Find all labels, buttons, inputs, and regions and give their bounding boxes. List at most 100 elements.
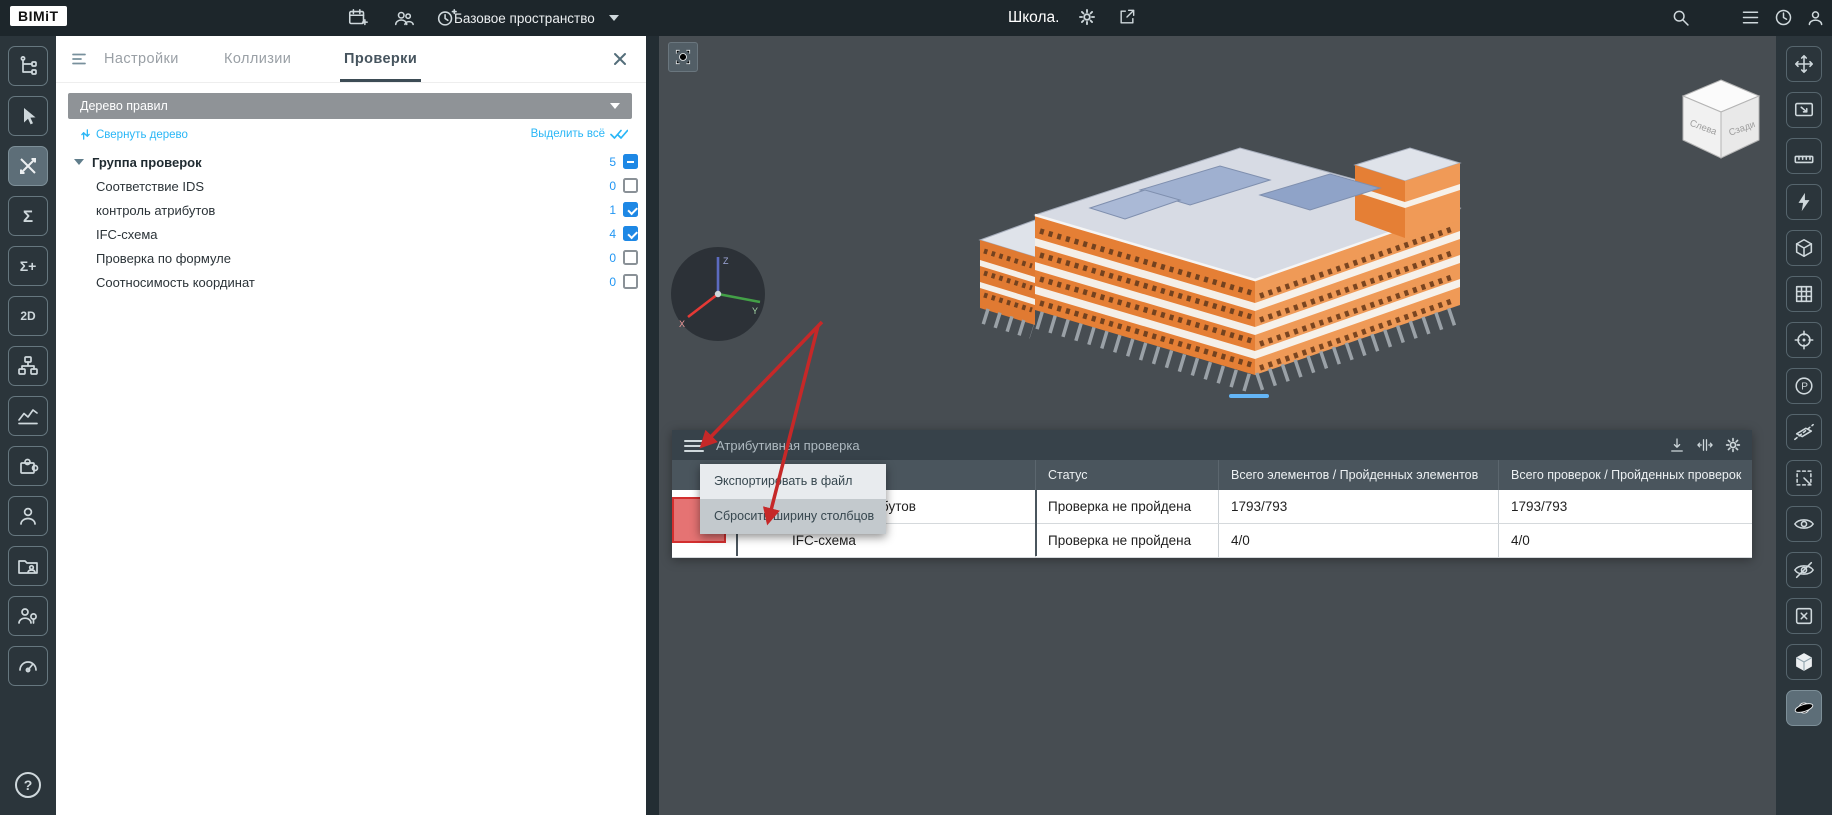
column-header-status[interactable]: Статус: [1036, 460, 1219, 490]
isolate-object-icon[interactable]: [1786, 644, 1822, 680]
fit-columns-icon[interactable]: [1696, 436, 1714, 454]
cell-status: Проверка не пройдена: [1036, 524, 1219, 557]
tree-item-ids[interactable]: Соответствие IDS 0: [56, 174, 646, 198]
issues-calendar-icon[interactable]: [346, 7, 370, 29]
tree-item-label: Соответствие IDS: [96, 179, 204, 194]
collapse-tree-link[interactable]: Свернуть дерево: [80, 128, 188, 141]
building-model: [940, 120, 1500, 420]
tree-item-checkbox[interactable]: [623, 250, 638, 265]
screen-fit-icon[interactable]: [1786, 92, 1822, 128]
menu-item-reset-column-widths[interactable]: Сбросить ширину столбцов: [700, 499, 886, 534]
help-icon[interactable]: ?: [15, 772, 41, 798]
pan-move-icon[interactable]: [1786, 46, 1822, 82]
fit-view-icon[interactable]: [668, 42, 698, 72]
grid-table-icon[interactable]: [1786, 276, 1822, 312]
tab-checks-label: Проверки: [344, 51, 417, 67]
clear-selection-icon[interactable]: [1786, 598, 1822, 634]
tree-item-count: 1: [609, 203, 616, 217]
tab-collisions[interactable]: Коллизии: [224, 36, 291, 82]
tree-item-checkbox[interactable]: [623, 154, 638, 169]
tree-item-count: 0: [609, 251, 616, 265]
tree-item-coordinates[interactable]: Соотносимость координат 0: [56, 270, 646, 294]
bimit-app: BIMiT Базовое пространство Школа.: [0, 0, 1832, 815]
tree-item-attributes[interactable]: контроль атрибутов 1: [56, 198, 646, 222]
tree-item-count: 0: [609, 179, 616, 193]
menu-item-export-to-file[interactable]: Экспортировать в файл: [700, 464, 886, 499]
list-menu-icon[interactable]: [1738, 7, 1762, 29]
shared-folder-icon[interactable]: [8, 546, 48, 586]
sum-checks-icon[interactable]: Σ: [8, 196, 48, 236]
select-cursor-icon[interactable]: [8, 96, 48, 136]
user-icon[interactable]: [8, 496, 48, 536]
close-panel-icon[interactable]: [610, 49, 630, 72]
column-header-checks[interactable]: Всего проверок / Пройденных проверок: [1499, 460, 1752, 490]
tree-item-label: контроль атрибутов: [96, 203, 215, 218]
model-cube-icon[interactable]: [1786, 230, 1822, 266]
plugins-puzzle-icon[interactable]: [8, 446, 48, 486]
orientation-gizmo[interactable]: Z X Y: [668, 244, 768, 344]
orbit-rotate-icon[interactable]: [1786, 690, 1822, 726]
left-tool-rail: Σ Σ+ 2D ?: [0, 36, 56, 815]
hide-eye-off-icon[interactable]: [1786, 552, 1822, 588]
cell-checks: 1793/793: [1499, 490, 1752, 523]
workspace-label: Базовое пространство: [454, 11, 595, 26]
column-header-elements[interactable]: Всего элементов / Пройденных элементов: [1219, 460, 1499, 490]
tree-item-checkbox[interactable]: [623, 226, 638, 241]
select-all-link[interactable]: Выделить всё: [531, 128, 628, 140]
panel-resize-handle[interactable]: [1229, 394, 1269, 398]
tree-actions-row: Свернуть дерево Выделить всё: [56, 128, 646, 146]
project-title: Школа.: [1008, 9, 1059, 27]
column-divider: [1035, 490, 1037, 556]
app-logo: BIMiT: [10, 6, 67, 26]
locate-target-icon[interactable]: [1786, 322, 1822, 358]
attribute-check-header: Атрибутивная проверка: [672, 430, 1752, 460]
quick-mode-bolt-icon[interactable]: [1786, 184, 1822, 220]
team-icon[interactable]: [392, 7, 416, 29]
tree-item-ifc-schema[interactable]: IFC-схема 4: [56, 222, 646, 246]
table-context-menu: Экспортировать в файл Сбросить ширину ст…: [700, 464, 886, 534]
sum-add-icon[interactable]: Σ+: [8, 246, 48, 286]
user-location-icon[interactable]: [8, 596, 48, 636]
table-settings-gear-icon[interactable]: [1724, 436, 1742, 454]
tree-item-label: Проверка по формуле: [96, 251, 231, 266]
view-cube[interactable]: Слева Сзади: [1676, 72, 1766, 164]
panel-dock-icon[interactable]: [70, 50, 88, 71]
section-plane-icon[interactable]: [1786, 414, 1822, 450]
tab-checks[interactable]: Проверки: [344, 36, 417, 82]
clash-detection-icon[interactable]: [8, 146, 48, 186]
recent-history-icon[interactable]: [1771, 7, 1795, 29]
structure-tree-icon[interactable]: [8, 46, 48, 86]
analytics-chart-icon[interactable]: [8, 396, 48, 436]
selection-box-icon[interactable]: [1786, 460, 1822, 496]
tree-item-checkbox[interactable]: [623, 274, 638, 289]
dashboard-gauge-icon[interactable]: [8, 646, 48, 686]
checks-panel: Настройки Коллизии Проверки Дерево прави…: [56, 36, 646, 815]
tree-expand-icon[interactable]: [74, 159, 84, 165]
show-eye-icon[interactable]: [1786, 506, 1822, 542]
table-menu-icon[interactable]: [684, 437, 704, 453]
collapse-tree-label: Свернуть дерево: [96, 129, 188, 141]
viewport-3d[interactable]: Слева Сзади: [659, 36, 1776, 815]
fit-height-icon[interactable]: [1668, 436, 1686, 454]
tab-settings[interactable]: Настройки: [104, 36, 179, 82]
rules-tree: Группа проверок 5 Соответствие IDS 0 кон…: [56, 150, 646, 294]
project-settings-gear-icon[interactable]: [1075, 7, 1099, 29]
rules-tree-section-header[interactable]: Дерево правил: [68, 93, 632, 119]
search-icon[interactable]: [1668, 7, 1692, 29]
tree-item-count: 4: [609, 227, 616, 241]
account-icon[interactable]: [1803, 7, 1827, 29]
gizmo-z-label: Z: [723, 256, 729, 266]
tree-item-checkbox[interactable]: [623, 178, 638, 193]
hierarchy-icon[interactable]: [8, 346, 48, 386]
tree-item-checkbox[interactable]: [623, 202, 638, 217]
tree-item-group[interactable]: Группа проверок 5: [56, 150, 646, 174]
plan-view-icon[interactable]: P: [1786, 368, 1822, 404]
tree-item-label: Группа проверок: [92, 155, 202, 170]
workspace-selector[interactable]: Базовое пространство: [454, 0, 619, 36]
share-icon[interactable]: [1115, 7, 1139, 29]
tree-item-count: 0: [609, 275, 616, 289]
view-2d-icon[interactable]: 2D: [8, 296, 48, 336]
measure-ruler-icon[interactable]: [1786, 138, 1822, 174]
tree-item-formula[interactable]: Проверка по формуле 0: [56, 246, 646, 270]
cell-elements: 4/0: [1219, 524, 1499, 557]
